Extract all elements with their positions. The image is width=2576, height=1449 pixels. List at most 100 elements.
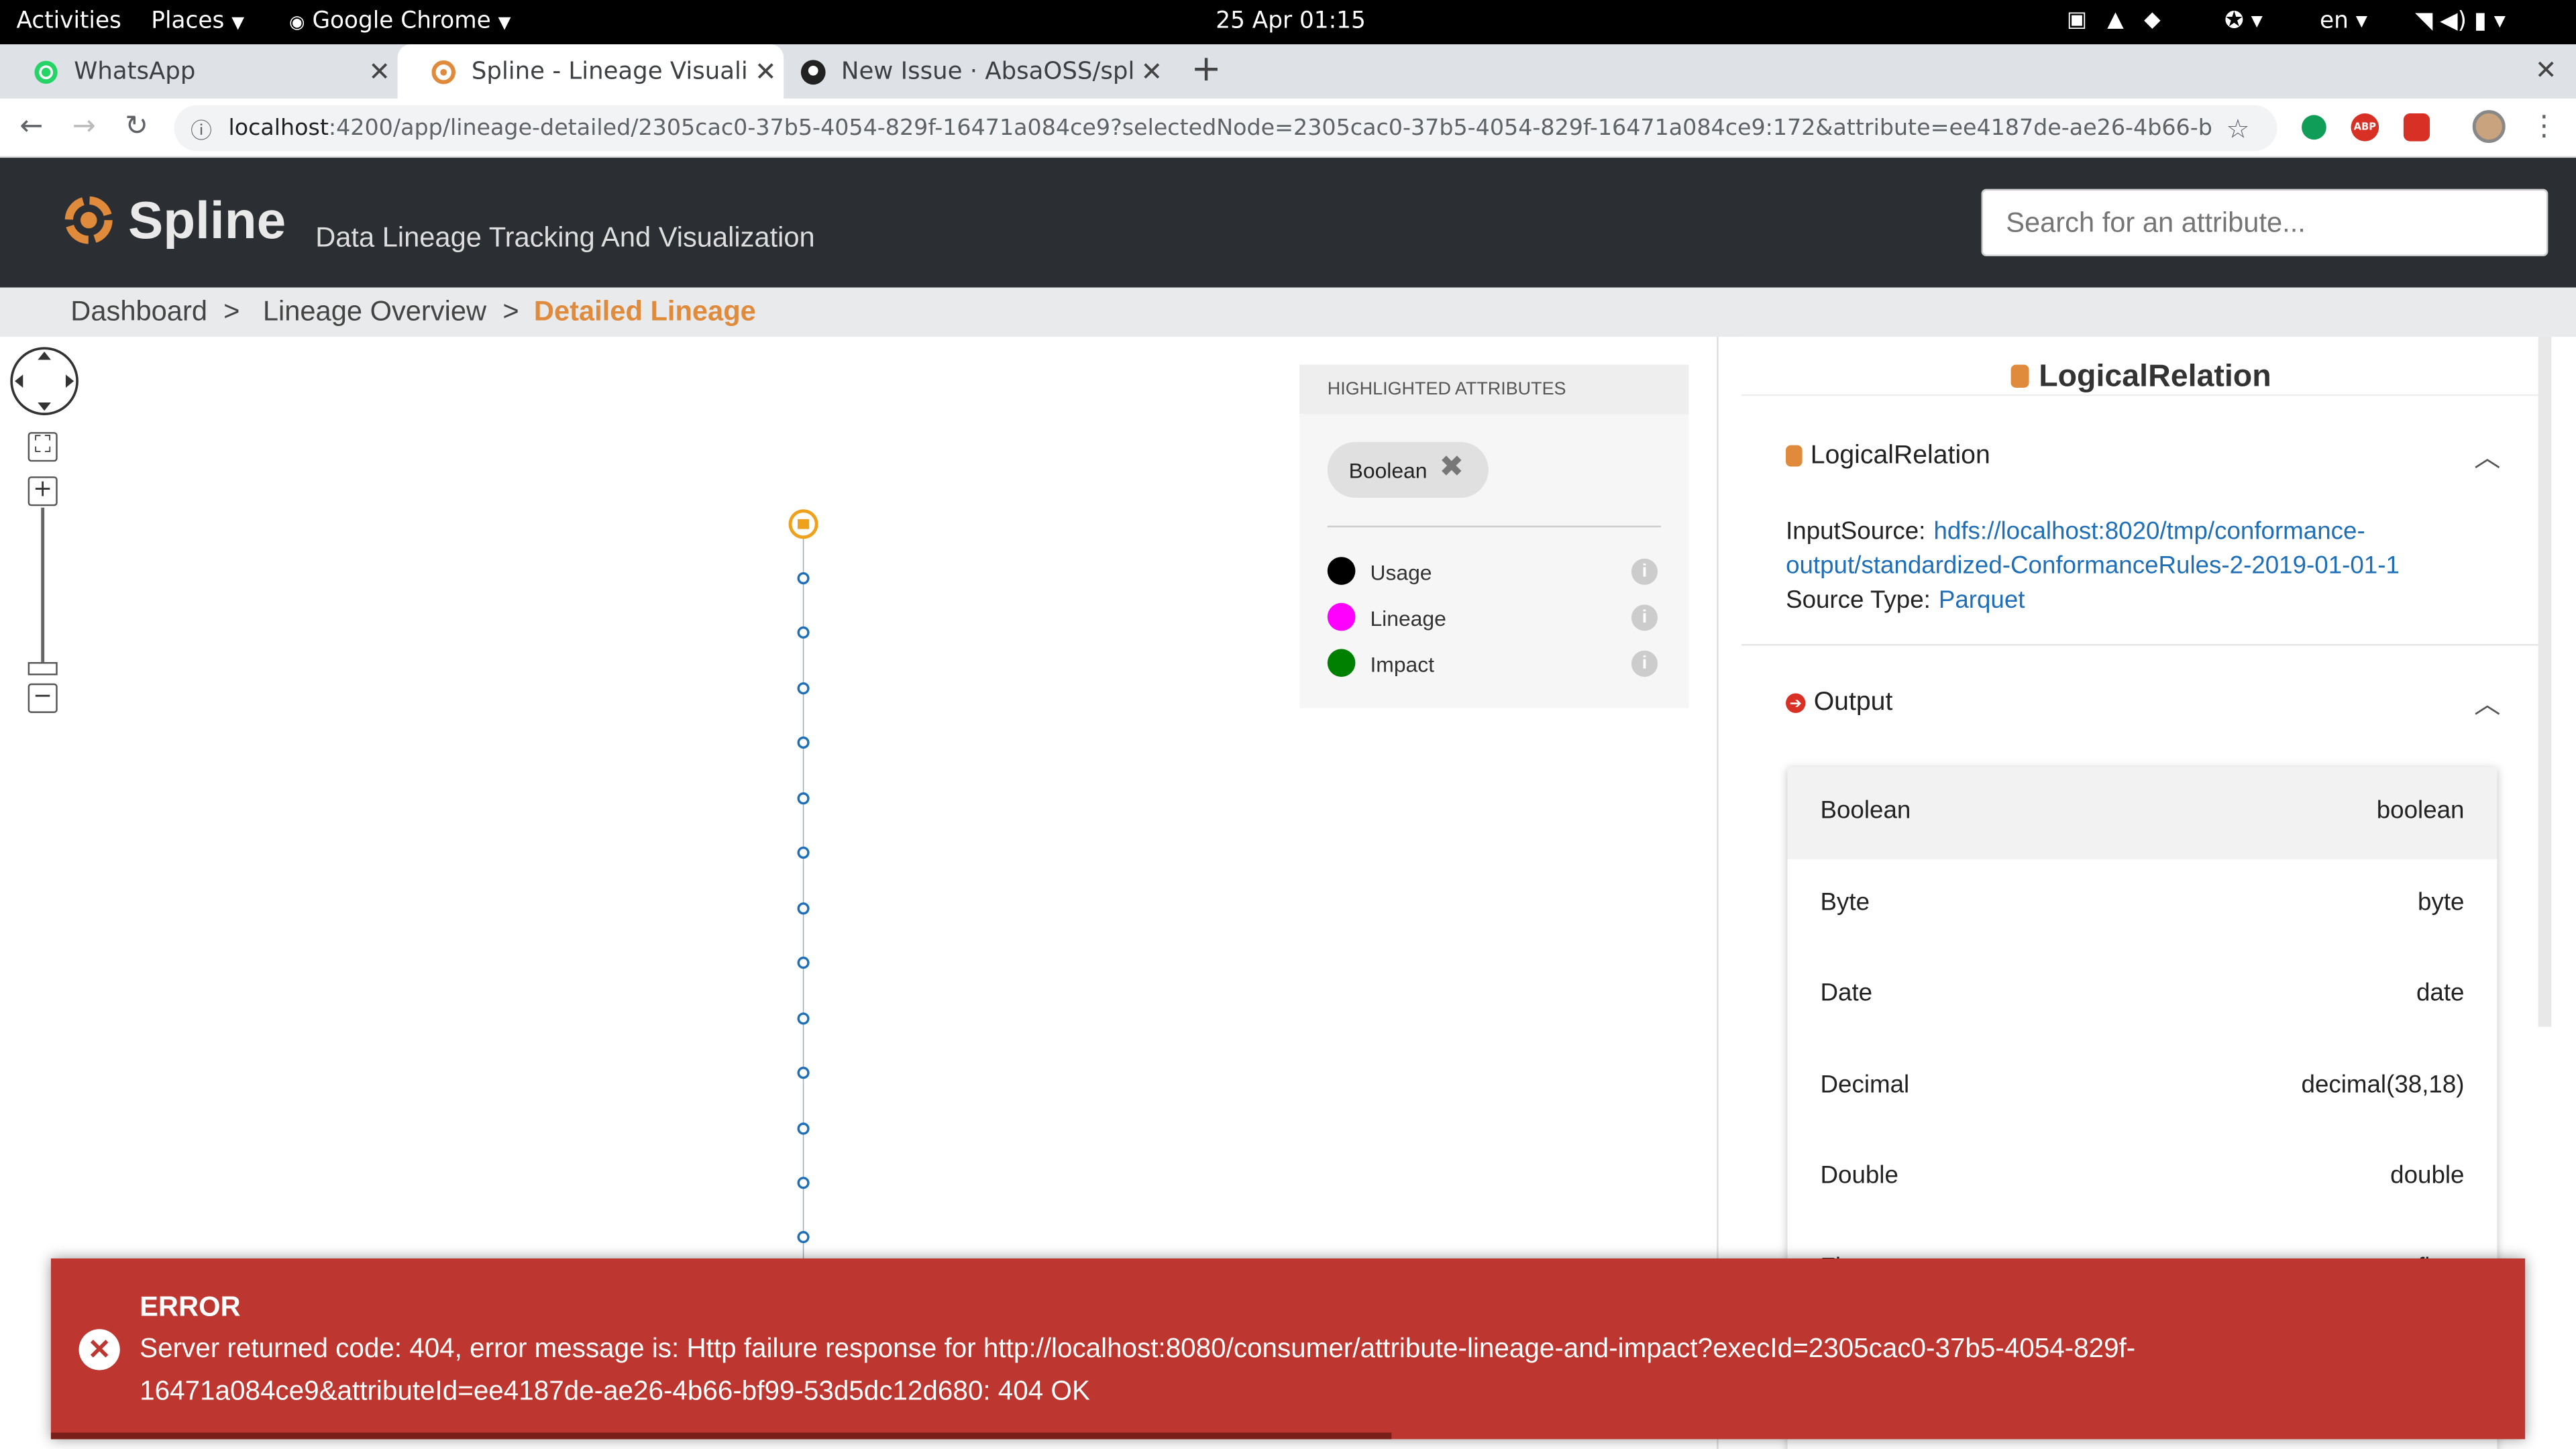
new-tab-icon[interactable]: +	[1191, 49, 1222, 90]
tab-whatsapp[interactable]: WhatsApp ✕	[0, 44, 398, 99]
chip-remove-icon[interactable]: ✖	[1439, 450, 1464, 484]
attribute-row[interactable]: Date date	[1788, 950, 2498, 1042]
app-header: Spline Data Lineage Tracking And Visuali…	[0, 158, 2576, 288]
breadcrumb-dashboard[interactable]: Dashboard	[70, 296, 207, 329]
attribute-type: double	[2390, 1161, 2465, 1190]
attribute-name: Boolean	[1820, 796, 1911, 825]
attribute-search-input[interactable]	[1981, 189, 2548, 257]
extension-red-icon[interactable]	[2403, 113, 2430, 142]
tab-spline[interactable]: Spline - Lineage Visualization ✕	[397, 44, 784, 99]
attribute-type: boolean	[2376, 796, 2465, 825]
activities-button[interactable]: Activities	[16, 8, 121, 34]
browser-toolbar: ← → ↻ ⓘ localhost:4200/app/lineage-detai…	[0, 98, 2576, 158]
tab-strip: WhatsApp ✕ Spline - Lineage Visualizatio…	[0, 44, 2576, 99]
output-icon: ➔	[1786, 693, 1806, 713]
tray-icons[interactable]: ▣ ▲ ◆	[2067, 8, 2161, 33]
section-title[interactable]: LogicalRelation	[1811, 442, 1990, 472]
language-label: en	[2319, 8, 2349, 35]
zoom-slider-track[interactable]	[41, 507, 45, 662]
forward-icon[interactable]: →	[72, 110, 96, 143]
fit-view-icon[interactable]: ⛶	[28, 432, 58, 462]
tab-title: Spline - Lineage Visualization	[471, 58, 748, 85]
close-tab-icon[interactable]: ✕	[1134, 56, 1170, 87]
extension-green-icon[interactable]	[2302, 115, 2326, 140]
bookmark-star-icon[interactable]: ☆	[2226, 113, 2249, 144]
details-title-bar: LogicalRelation	[1741, 337, 2538, 396]
info-icon[interactable]: i	[1631, 558, 1658, 585]
attribute-name: Double	[1820, 1161, 1898, 1190]
app-menu-label: Google Chrome	[312, 8, 491, 35]
spline-logo-icon	[56, 187, 121, 260]
error-message-cont: 16471a084ce9&attributeId=ee4187de-ae26-4…	[140, 1377, 1090, 1407]
error-toast[interactable]: ✕ ERROR Server returned code: 404, error…	[50, 1258, 2526, 1440]
attribute-type: date	[2416, 979, 2465, 1008]
url-text: localhost:4200/app/lineage-detailed/2305…	[228, 115, 2212, 141]
attribute-name: Decimal	[1820, 1071, 1910, 1099]
legend-label: Impact	[1370, 652, 1435, 677]
attribute-name: Date	[1820, 979, 1873, 1008]
system-top-bar: Activities Places ▼ ◉ Google Chrome ▼ 25…	[0, 0, 2576, 45]
url-rest: :4200/app/lineage-detailed/2305cac0-37b5…	[328, 115, 2213, 142]
chip-label: Boolean	[1348, 458, 1428, 484]
attribute-type: byte	[2418, 888, 2465, 917]
error-close-icon[interactable]: ✕	[78, 1329, 120, 1371]
language-menu[interactable]: en ▾	[2320, 8, 2367, 34]
divider	[1327, 525, 1661, 528]
panel-scrollbar[interactable]	[2538, 337, 2552, 1027]
graph-nodes[interactable]	[772, 501, 838, 1273]
info-icon[interactable]: ⓘ	[191, 113, 212, 144]
source-type-label: Source Type:	[1786, 586, 1931, 614]
clock[interactable]: 25 Apr 01:15	[1216, 8, 1366, 34]
legend-header: HIGHLIGHTED ATTRIBUTES	[1299, 364, 1689, 415]
tab-title: New Issue · AbsaOSS/spline	[841, 58, 1134, 85]
whatsapp-icon	[33, 58, 59, 85]
attribute-name: Byte	[1820, 888, 1870, 917]
accessibility-icon[interactable]: ✪ ▾	[2224, 8, 2263, 34]
app-menu[interactable]: ◉ Google Chrome ▼	[289, 8, 511, 34]
network-volume-battery-icons[interactable]: ◥ ◀) ▮ ▾	[2415, 8, 2506, 34]
attribute-row[interactable]: Byte byte	[1788, 859, 2498, 951]
zoom-slider-handle[interactable]	[28, 661, 58, 676]
breadcrumb-lineage-overview[interactable]: Lineage Overview	[263, 296, 486, 329]
menu-kebab-icon[interactable]: ⋮	[2530, 110, 2558, 143]
breadcrumb-separator: >	[223, 295, 240, 327]
zoom-in-icon[interactable]: +	[28, 476, 58, 506]
url-host: localhost	[228, 115, 329, 142]
chevron-down-icon: ▼	[231, 15, 245, 33]
avatar[interactable]	[2472, 110, 2506, 144]
breadcrumb: Dashboard > Lineage Overview > Detailed …	[0, 287, 2576, 337]
breadcrumb-separator: >	[502, 295, 519, 327]
adblock-icon[interactable]: ABP	[2351, 113, 2379, 142]
address-bar[interactable]: ⓘ localhost:4200/app/lineage-detailed/23…	[174, 105, 2277, 152]
close-tab-icon[interactable]: ✕	[362, 56, 398, 87]
reload-icon[interactable]: ↻	[125, 110, 148, 143]
attribute-chip[interactable]: Boolean ✖	[1327, 441, 1489, 498]
close-window-icon[interactable]: ✕	[2535, 54, 2557, 86]
chevron-up-icon[interactable]: ︿	[2474, 682, 2500, 721]
section-title[interactable]: Output	[1814, 688, 1893, 718]
attribute-row[interactable]: Decimal decimal(38,18)	[1788, 1042, 2498, 1134]
info-icon[interactable]: i	[1631, 604, 1658, 631]
app-logo-text: Spline	[128, 191, 286, 250]
github-icon	[800, 58, 826, 85]
zoom-out-icon[interactable]: −	[28, 683, 58, 713]
input-source-link-cont[interactable]: output/standardized-ConformanceRules-2-2…	[1786, 552, 2400, 580]
error-message: Server returned code: 404, error message…	[140, 1334, 2136, 1364]
attribute-row[interactable]: Boolean boolean	[1787, 767, 2498, 859]
legend-label: Lineage	[1370, 606, 1446, 631]
back-icon[interactable]: ←	[19, 110, 43, 143]
attribute-row[interactable]: Double double	[1788, 1132, 2498, 1224]
tab-github[interactable]: New Issue · AbsaOSS/spline ✕	[784, 44, 1170, 99]
pan-control-icon[interactable]	[8, 345, 80, 424]
impact-dot-icon	[1327, 649, 1356, 677]
close-tab-icon[interactable]: ✕	[747, 56, 784, 87]
chevron-up-icon[interactable]: ︿	[2474, 435, 2500, 475]
chevron-down-icon: ▼	[498, 15, 511, 33]
source-type-value[interactable]: Parquet	[1939, 586, 2025, 614]
input-source-link[interactable]: hdfs://localhost:8020/tmp/conformance-	[1933, 517, 2365, 545]
info-icon[interactable]: i	[1631, 650, 1658, 677]
places-menu[interactable]: Places ▼	[151, 8, 244, 34]
tab-title: WhatsApp	[74, 58, 196, 85]
spline-icon	[431, 58, 457, 85]
usage-dot-icon	[1327, 557, 1356, 585]
